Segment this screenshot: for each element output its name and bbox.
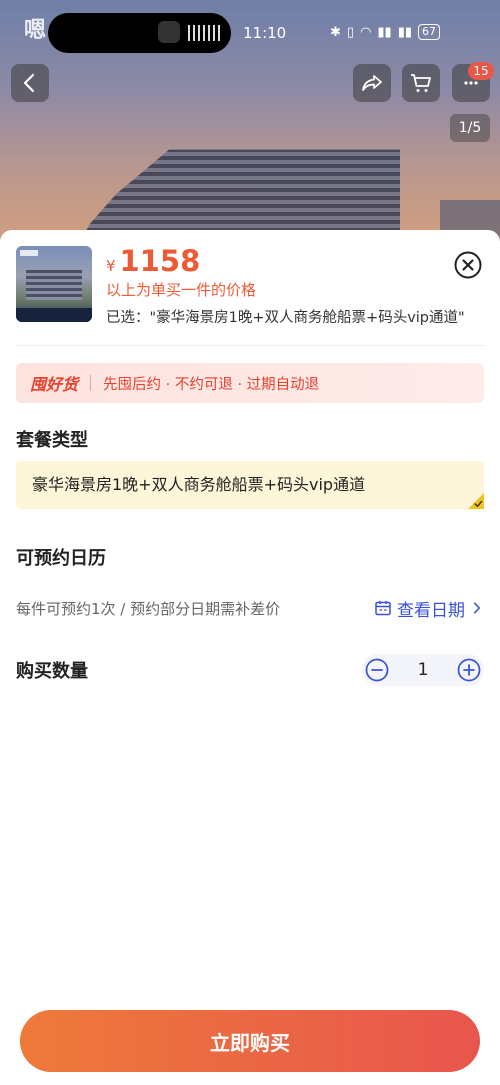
- cart-button[interactable]: [402, 64, 440, 102]
- chevron-right-icon: [473, 602, 481, 614]
- message-badge: 15: [468, 62, 494, 80]
- quantity-title: 购买数量: [16, 661, 88, 682]
- increase-button[interactable]: [454, 655, 484, 685]
- quantity-value[interactable]: 1: [392, 660, 454, 680]
- currency-symbol: ¥: [106, 257, 116, 275]
- vibrate-icon: ▯: [346, 24, 355, 40]
- cart-icon: [411, 74, 431, 92]
- thumbnail-tag: [20, 250, 38, 256]
- package-option[interactable]: 豪华海景房1晚+双人商务舱船票+码头vip通道: [16, 461, 484, 509]
- buy-now-button[interactable]: 立即购买: [20, 1010, 480, 1072]
- calendar-row: 每件可预约1次 / 预约部分日期需补差价 查看日期: [16, 596, 484, 621]
- message-button[interactable]: 15: [452, 62, 494, 102]
- calendar-title: 可预约日历: [16, 548, 106, 569]
- thumbnail-strip: [16, 308, 92, 322]
- thumbnail-building: [26, 270, 82, 300]
- close-icon: [454, 251, 482, 279]
- signal-icon: ▮▮: [377, 24, 392, 40]
- plus-circle-icon: [457, 658, 481, 682]
- product-thumbnail[interactable]: [16, 246, 92, 322]
- status-icons: ✱ ▯ ◠ ▮▮ ▮▮ 67: [330, 24, 441, 40]
- quantity-row: 购买数量 1: [16, 654, 484, 686]
- image-page-indicator: 1/5: [450, 114, 490, 142]
- signal-icon-2: ▮▮: [397, 24, 413, 40]
- back-button[interactable]: [11, 64, 49, 102]
- package-type-title: 套餐类型: [16, 430, 88, 451]
- promo-separator: [90, 375, 92, 391]
- close-button[interactable]: [454, 251, 482, 279]
- bluetooth-icon: ✱: [330, 24, 341, 40]
- share-icon: [362, 75, 382, 91]
- price-note: 以上为单买一件的价格: [106, 281, 257, 299]
- package-option-label: 豪华海景房1晚+双人商务舱船票+码头vip通道: [32, 475, 366, 494]
- status-time: 11:10: [243, 24, 287, 42]
- calendar-icon: [375, 601, 391, 616]
- app-logo: 嗯: [24, 18, 47, 43]
- wifi-icon: ◠: [360, 24, 372, 40]
- minus-circle-icon: [365, 658, 389, 682]
- sku-sheet: ¥ 1158 以上为单买一件的价格 已选："豪华海景房1晚+双人商务舱船票+码头…: [0, 230, 500, 1085]
- battery-icon: 67: [418, 24, 441, 40]
- media-thumbnail: [158, 21, 180, 43]
- promo-banner[interactable]: 囤好货 先囤后约 · 不约可退 · 过期自动退: [16, 363, 484, 403]
- promo-brand: 囤好货: [30, 375, 79, 394]
- view-dates-label: 查看日期: [397, 600, 465, 621]
- promo-description: 先囤后约 · 不约可退 · 过期自动退: [103, 376, 320, 393]
- decrease-button[interactable]: [362, 655, 392, 685]
- price-value: 1158: [119, 244, 201, 278]
- view-dates-link[interactable]: 查看日期: [374, 596, 484, 621]
- share-button[interactable]: [353, 64, 391, 102]
- product-price: ¥ 1158: [106, 244, 200, 278]
- audio-wave-icon: [188, 25, 222, 41]
- checkmark-icon: [468, 493, 484, 509]
- divider: [16, 345, 484, 346]
- quantity-stepper[interactable]: 1: [362, 654, 484, 686]
- selected-sku: 已选："豪华海景房1晚+双人商务舱船票+码头vip通道": [106, 310, 465, 326]
- chevron-left-icon: [23, 73, 35, 93]
- dynamic-island[interactable]: [48, 13, 231, 53]
- calendar-hint: 每件可预约1次 / 预约部分日期需补差价: [16, 599, 281, 618]
